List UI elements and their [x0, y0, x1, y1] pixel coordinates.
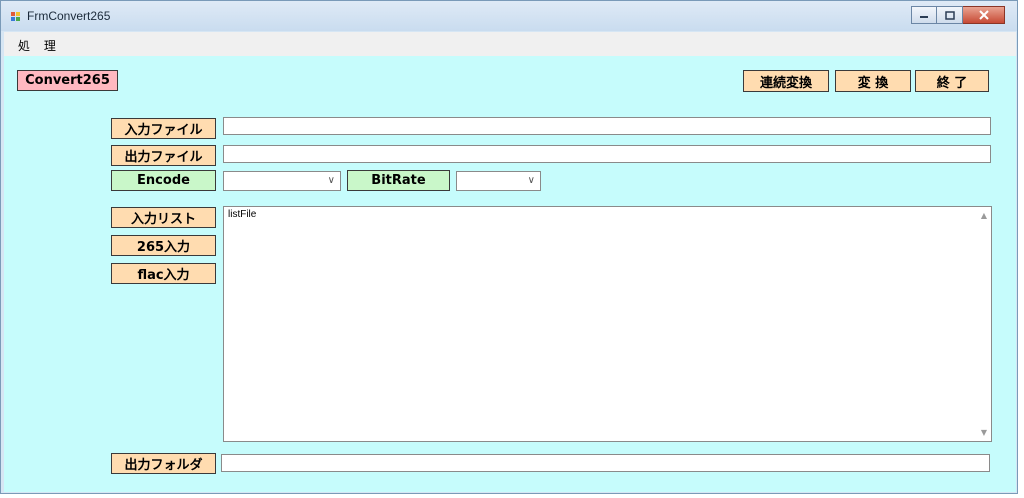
close-button[interactable] [963, 6, 1005, 24]
chevron-down-icon: ∨ [527, 175, 535, 186]
maximize-button[interactable] [937, 6, 963, 24]
input-list-label: 入力リスト [111, 207, 216, 228]
menu-item-process[interactable]: 処 理 [18, 37, 61, 54]
encode-select[interactable]: ∨ [223, 171, 341, 191]
file-listbox[interactable]: listFile ▲ ▼ [223, 206, 992, 442]
close-icon [978, 10, 989, 20]
input-file-field[interactable] [223, 117, 991, 135]
chevron-down-icon: ∨ [327, 175, 335, 186]
window-controls [911, 6, 1005, 25]
batch-convert-button[interactable]: 連続変換 [743, 70, 829, 92]
output-folder-field[interactable] [221, 454, 990, 472]
output-file-label: 出力ファイル [111, 145, 216, 166]
output-file-field[interactable] [223, 145, 991, 163]
minimize-icon [920, 16, 928, 18]
bitrate-label: BitRate [347, 170, 450, 191]
encode-label: Encode [111, 170, 216, 191]
scroll-up-icon[interactable]: ▲ [981, 211, 987, 220]
convert-button[interactable]: 変 換 [835, 70, 911, 92]
list-item[interactable]: listFile [228, 209, 256, 220]
add-flac-button[interactable]: flac入力 [111, 263, 216, 284]
scroll-down-icon[interactable]: ▼ [981, 428, 987, 437]
bitrate-select[interactable]: ∨ [456, 171, 541, 191]
app-icon [11, 12, 21, 22]
title-bar[interactable]: FrmConvert265 [1, 1, 1017, 31]
minimize-button[interactable] [911, 6, 937, 24]
maximize-icon [944, 10, 955, 20]
input-file-label: 入力ファイル [111, 118, 216, 139]
output-folder-label: 出力フォルダ [111, 453, 216, 474]
window-title: FrmConvert265 [27, 9, 111, 23]
app-window: FrmConvert265 処 理 Convert265 連続変換 変 換 終 … [0, 0, 1018, 494]
add-265-button[interactable]: 265入力 [111, 235, 216, 256]
menu-bar: 処 理 [4, 32, 1016, 56]
app-name-label: Convert265 [17, 70, 118, 91]
exit-button[interactable]: 終 了 [915, 70, 989, 92]
main-panel: Convert265 連続変換 変 換 終 了 入力ファイル 出力ファイル En… [4, 56, 1016, 492]
